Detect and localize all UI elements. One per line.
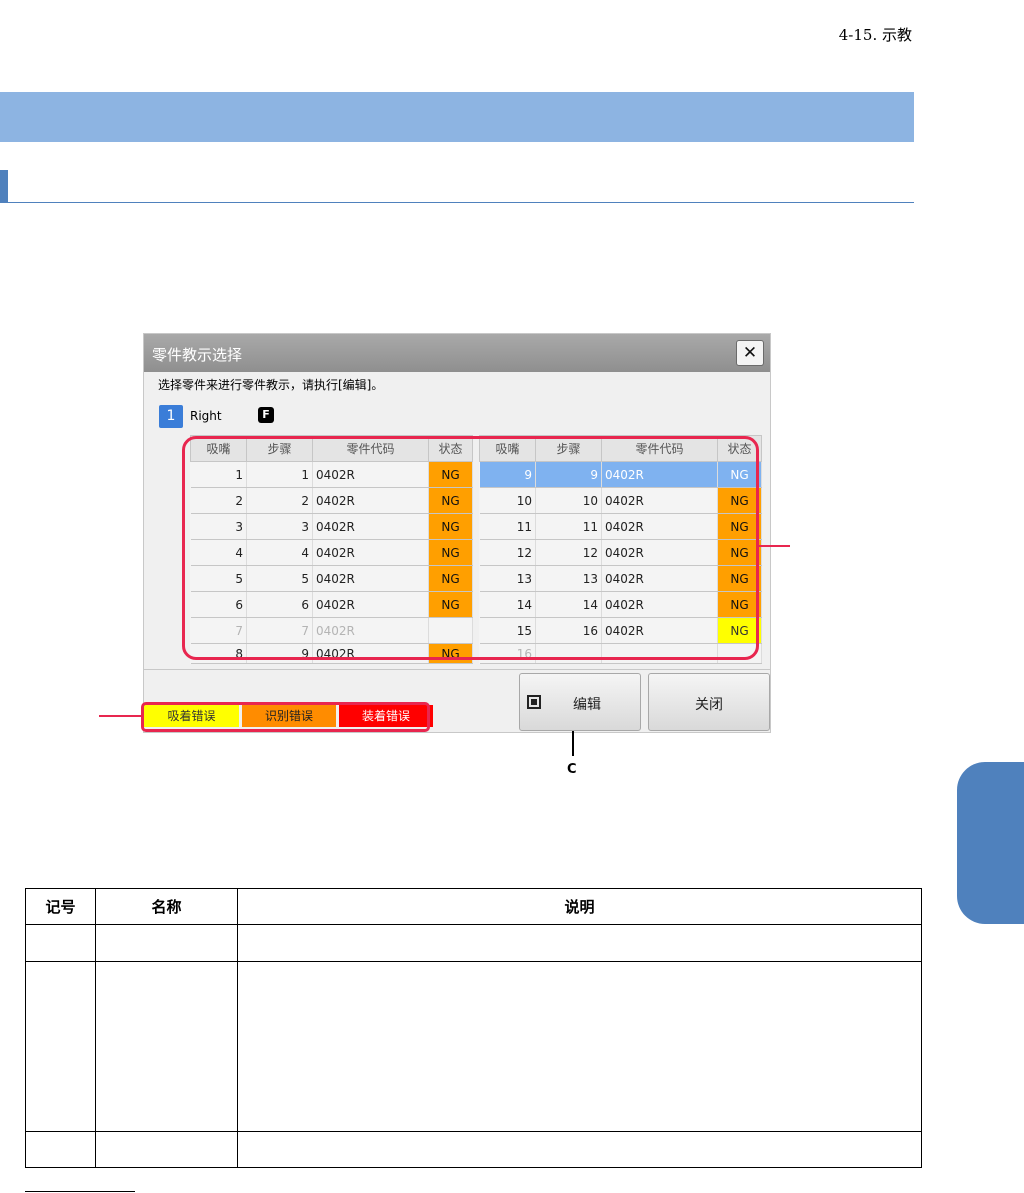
chapter-side-tab xyxy=(957,762,1024,924)
callout-c-leader xyxy=(572,731,574,756)
description-table: 记号 名称 说明 xyxy=(25,888,922,1168)
section-title-bar xyxy=(0,92,914,142)
table-cell xyxy=(25,1131,96,1168)
table-cell xyxy=(25,961,96,1132)
table-cell xyxy=(95,924,238,962)
callout-a-leader xyxy=(99,715,142,717)
table-cell xyxy=(237,924,922,962)
subsection-accent xyxy=(0,170,8,202)
desc-header-name: 名称 xyxy=(95,888,238,925)
table-row xyxy=(25,1131,922,1168)
footnote-rule xyxy=(25,1191,135,1192)
close-button[interactable]: 关闭 xyxy=(648,673,770,731)
callout-c-label: C xyxy=(567,762,577,777)
callout-b-leader xyxy=(758,545,790,547)
callout-a-frame xyxy=(141,702,430,732)
subsection-rule xyxy=(0,202,914,203)
edit-button[interactable]: 编辑 xyxy=(519,673,641,731)
table-cell xyxy=(95,1131,238,1168)
table-cell xyxy=(95,961,238,1132)
edit-button-label: 编辑 xyxy=(573,697,601,713)
table-cell xyxy=(237,961,922,1132)
page-header-ref: 4-15. 示教 xyxy=(838,26,912,44)
table-row xyxy=(25,961,922,1132)
table-cell xyxy=(237,1131,922,1168)
desc-header-symbol: 记号 xyxy=(25,888,96,925)
table-row xyxy=(25,924,922,962)
table-cell xyxy=(25,924,96,962)
dialog-divider xyxy=(144,669,770,670)
callout-b-frame xyxy=(182,436,759,660)
close-button-label: 关闭 xyxy=(695,697,723,713)
desc-header-description: 说明 xyxy=(237,888,922,925)
